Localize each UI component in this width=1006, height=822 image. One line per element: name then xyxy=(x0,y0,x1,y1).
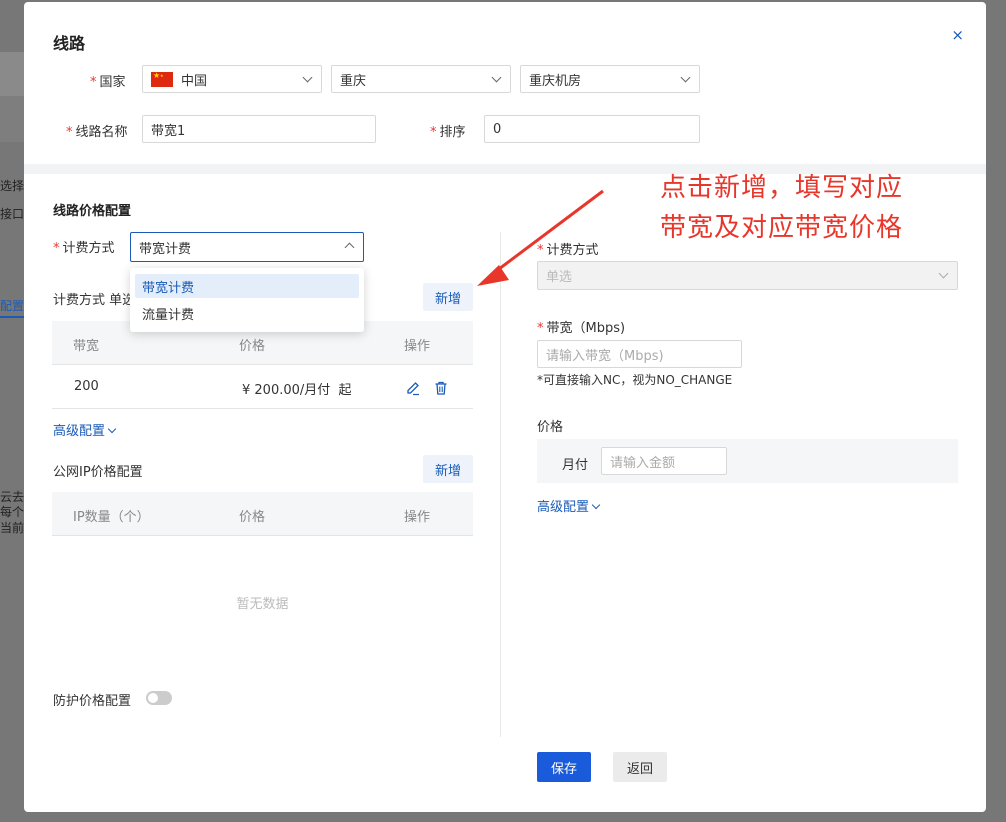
bg-tab[interactable]: 配置 xyxy=(0,297,24,318)
col-action: 操作 xyxy=(404,339,431,354)
bandwidth-input[interactable]: 请输入带宽（Mbps) xyxy=(537,340,742,368)
chevron-down-icon xyxy=(680,72,691,83)
column-divider xyxy=(500,232,501,737)
line-modal: × 线路 *国家 中国 重庆 重庆机房 *线路名称 带宽1 *排序 0 线路价格… xyxy=(24,2,986,812)
billing-dropdown: 带宽计费 流量计费 xyxy=(130,268,364,332)
chevron-up-icon xyxy=(344,242,355,253)
datacenter-select[interactable]: 重庆机房 xyxy=(520,65,700,93)
province-select[interactable]: 重庆 xyxy=(331,65,511,93)
annotation-line: 点击新增，填写对应 xyxy=(660,173,904,203)
empty-state: 暂无数据 xyxy=(236,597,289,612)
bg-text: 接口 xyxy=(0,207,24,221)
col-price: 价格 xyxy=(239,510,266,525)
delete-icon[interactable] xyxy=(433,380,449,396)
dropdown-option-bandwidth[interactable]: 带宽计费 xyxy=(135,274,359,298)
annotation-text: 点击新增，填写对应 带宽及对应带宽价格 xyxy=(660,168,960,248)
province-value: 重庆 xyxy=(340,73,367,89)
advanced-config-link[interactable]: 高级配置 xyxy=(53,420,117,439)
modal-title: 线路 xyxy=(53,34,86,53)
bg-text: 选择 xyxy=(0,179,24,193)
chevron-down-icon xyxy=(302,72,313,83)
row-price: ¥ 200.00/月付 起 xyxy=(242,383,352,398)
sort-label: * 排序 xyxy=(430,125,466,140)
billing-label: * 计费方式 xyxy=(53,241,115,256)
sort-input[interactable]: 0 xyxy=(484,115,700,143)
defense-toggle[interactable] xyxy=(146,691,172,705)
country-select[interactable]: 中国 xyxy=(142,65,322,93)
monthly-label: 月付 xyxy=(562,458,589,473)
col-action: 操作 xyxy=(404,510,431,525)
close-icon[interactable]: × xyxy=(951,26,964,44)
line-name-label: * 线路名称 xyxy=(66,125,128,140)
ip-price-title: 公网IP价格配置 xyxy=(53,465,143,480)
chevron-down-icon xyxy=(107,424,117,434)
save-button[interactable]: 保存 xyxy=(537,752,591,782)
back-button[interactable]: 返回 xyxy=(613,752,667,782)
bg-text: 每个 xyxy=(0,505,24,519)
bandwidth-label: * 带宽（Mbps) xyxy=(537,321,626,336)
annotation-arrow-icon xyxy=(477,189,604,286)
table-row: 200 ¥ 200.00/月付 起 xyxy=(52,365,473,409)
row-bandwidth: 200 xyxy=(74,379,99,394)
col-ip-count: IP数量（个） xyxy=(73,510,150,525)
bg-strip xyxy=(0,96,24,142)
chevron-down-icon xyxy=(591,500,601,510)
line-name-input[interactable]: 带宽1 xyxy=(142,115,376,143)
billing-value: 带宽计费 xyxy=(139,241,192,257)
price-config-title: 线路价格配置 xyxy=(53,204,132,219)
country-label: * 国家 xyxy=(90,75,126,90)
billing-sub-label: 计费方式 单选 xyxy=(53,293,136,308)
price-label: 价格 xyxy=(537,420,564,435)
right-advanced-config-link[interactable]: 高级配置 xyxy=(537,496,601,515)
chevron-down-icon xyxy=(938,268,949,279)
annotation-line: 带宽及对应带宽价格 xyxy=(660,213,904,243)
dropdown-option-traffic[interactable]: 流量计费 xyxy=(135,301,359,325)
bg-strip xyxy=(0,52,24,96)
billing-select[interactable]: 带宽计费 xyxy=(130,232,364,262)
add-ip-button[interactable]: 新增 xyxy=(423,455,473,483)
country-value: 中国 xyxy=(181,73,208,89)
edit-icon[interactable] xyxy=(405,380,421,396)
defense-price-label: 防护价格配置 xyxy=(53,694,132,709)
datacenter-value: 重庆机房 xyxy=(529,73,582,89)
bg-text: 当前 xyxy=(0,521,24,535)
chevron-down-icon xyxy=(491,72,502,83)
add-bandwidth-button[interactable]: 新增 xyxy=(423,283,473,311)
china-flag-icon xyxy=(151,71,173,87)
col-bandwidth: 带宽 xyxy=(73,339,100,354)
bandwidth-hint: *可直接输入NC，视为NO_CHANGE xyxy=(537,373,733,387)
ip-table-header: IP数量（个） 价格 操作 xyxy=(52,492,473,536)
amount-input[interactable]: 请输入金额 xyxy=(601,447,727,475)
col-price: 价格 xyxy=(239,339,266,354)
